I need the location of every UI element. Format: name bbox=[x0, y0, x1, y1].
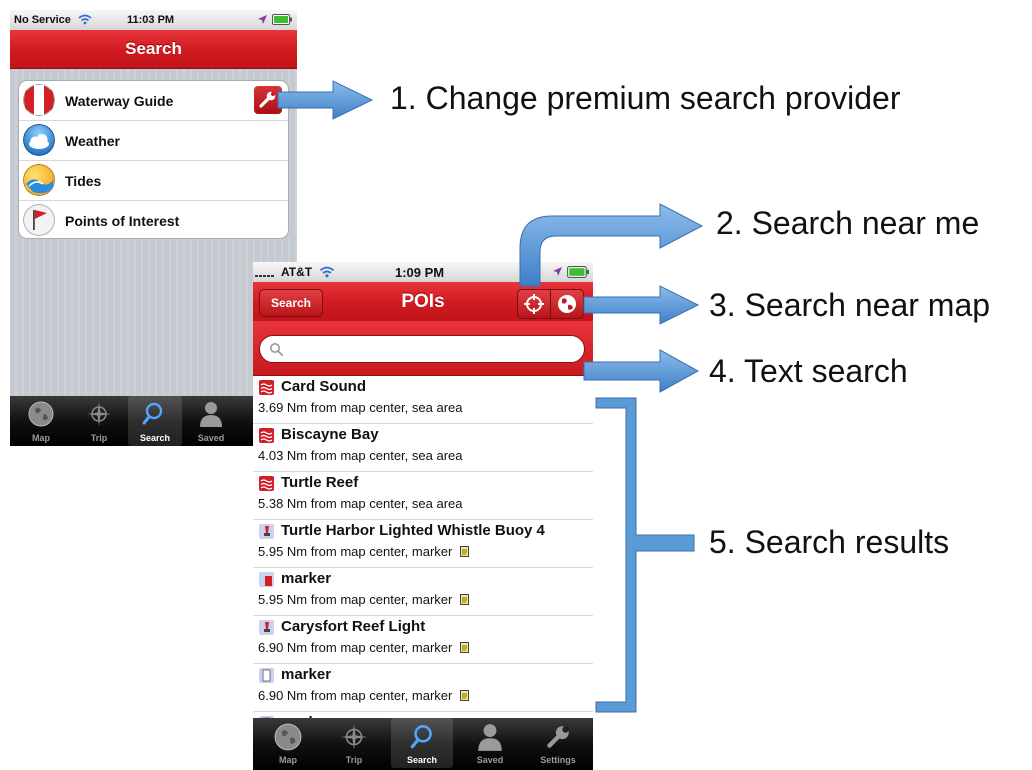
annotation-5: 5. Search results bbox=[709, 524, 950, 560]
bracket-search-results bbox=[595, 397, 695, 713]
annotation-4: 4. Text search bbox=[709, 353, 908, 389]
arrow-change-provider bbox=[277, 80, 374, 120]
annotation-1: 1. Change premium search provider bbox=[390, 80, 901, 116]
arrow-text-search bbox=[583, 349, 700, 393]
arrow-search-near-map bbox=[583, 285, 700, 325]
annotation-3: 3. Search near map bbox=[709, 287, 991, 323]
arrow-search-near-me bbox=[519, 203, 704, 287]
annotation-2: 2. Search near me bbox=[716, 205, 980, 241]
